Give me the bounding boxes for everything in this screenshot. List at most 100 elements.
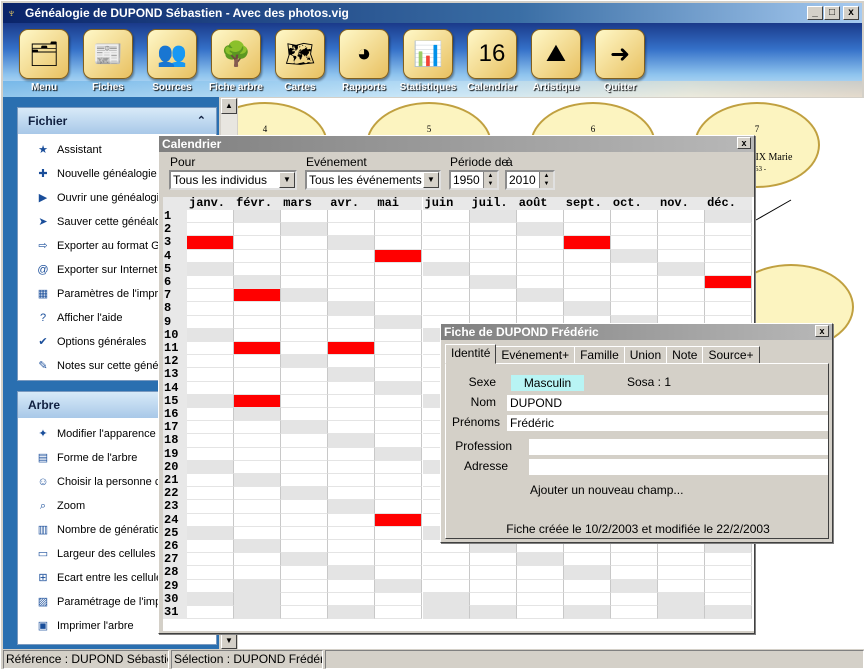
toolbar-button-sources[interactable]: 👥 Sources [143,29,201,93]
nom-field[interactable]: DUPOND [507,395,828,411]
calendar-cell[interactable] [469,592,517,606]
maximize-button[interactable]: □ [824,6,840,20]
to-year-spinner[interactable]: 2010 ▲ ▼ [505,170,555,190]
calendar-cell[interactable] [563,553,611,567]
prenoms-field[interactable]: Frédéric [507,415,828,431]
calendar-cell[interactable] [234,355,282,369]
calendar-cell[interactable] [375,474,423,488]
calendar-cell[interactable] [187,540,235,554]
calendar-cell[interactable] [375,249,423,263]
calendar-cell[interactable] [375,500,423,514]
calendar-cell[interactable] [422,553,470,567]
calendar-cell[interactable] [328,276,376,290]
calendar-cell[interactable] [610,592,658,606]
toolbar-button-calendar[interactable]: 16 Calendrier [463,29,521,93]
calendar-cell[interactable] [516,223,564,237]
calendar-cell[interactable] [516,553,564,567]
calendar-cell[interactable] [610,553,658,567]
calendar-cell[interactable] [328,434,376,448]
calendar-cell[interactable] [281,276,329,290]
fichier-header[interactable]: Fichier ⌃ [18,108,216,134]
toolbar-button-menu[interactable]: 🗂 Menu [15,29,73,93]
calendar-cell[interactable] [563,592,611,606]
tab-4[interactable]: Note [666,346,704,364]
calendar-cell[interactable] [375,236,423,250]
calendar-cell[interactable] [187,262,235,276]
calendar-cell[interactable] [375,553,423,567]
calendar-cell[interactable] [375,210,423,224]
calendar-cell[interactable] [187,487,235,501]
calendar-cell[interactable] [705,606,753,620]
calendar-cell[interactable] [234,421,282,435]
calendar-cell[interactable] [281,553,329,567]
calendar-cell[interactable] [281,513,329,527]
chevron-down-icon[interactable]: ▼ [279,172,295,188]
calendar-cell[interactable] [469,606,517,620]
calendar-cell[interactable] [187,276,235,290]
calendar-cell[interactable] [187,526,235,540]
calendar-cell[interactable] [328,262,376,276]
tab-0[interactable]: Identité [445,344,497,364]
calendar-cell[interactable] [610,289,658,303]
calendar-cell[interactable] [375,328,423,342]
calendar-cell[interactable] [422,262,470,276]
calendar-cell[interactable] [375,579,423,593]
calendar-cell[interactable] [375,342,423,356]
calendar-cell[interactable] [328,606,376,620]
calendar-cell[interactable] [234,460,282,474]
calendar-cell[interactable] [234,513,282,527]
calendar-cell[interactable] [705,302,753,316]
calendar-cell[interactable] [234,302,282,316]
calendar-cell[interactable] [658,236,706,250]
add-field-link[interactable]: Ajouter un nouveau champ... [530,483,683,497]
calendar-cell[interactable] [328,236,376,250]
calendar-cell[interactable] [328,526,376,540]
calendar-cell[interactable] [516,262,564,276]
calendar-cell[interactable] [187,500,235,514]
calendar-cell[interactable] [563,579,611,593]
calendar-cell[interactable] [281,249,329,263]
calendar-cell[interactable] [328,381,376,395]
calendar-cell[interactable] [563,606,611,620]
calendar-cell[interactable] [234,592,282,606]
calendar-cell[interactable] [234,262,282,276]
calendar-cell[interactable] [375,262,423,276]
calendar-cell[interactable] [234,606,282,620]
calendar-cell[interactable] [563,566,611,580]
calendar-cell[interactable] [234,408,282,422]
calendar-cell[interactable] [705,553,753,567]
calendar-cell[interactable] [234,342,282,356]
calendar-cell[interactable] [281,236,329,250]
calendar-cell[interactable] [328,368,376,382]
calendar-cell[interactable] [234,328,282,342]
calendar-cell[interactable] [375,526,423,540]
calendar-cell[interactable] [328,447,376,461]
calendar-cell[interactable] [469,553,517,567]
calendar-cell[interactable] [375,434,423,448]
calendar-cell[interactable] [328,487,376,501]
calendar-cell[interactable] [469,276,517,290]
calendar-cell[interactable] [705,289,753,303]
toolbar-button-reports[interactable]: ◕ Rapports [335,29,393,93]
calendar-cell[interactable] [187,513,235,527]
calendar-cell[interactable] [705,223,753,237]
calendar-cell[interactable] [563,223,611,237]
pour-select[interactable]: Tous les individus ▼ [169,170,297,190]
calendar-cell[interactable] [187,421,235,435]
calendar-cell[interactable] [563,210,611,224]
calendar-cell[interactable] [187,606,235,620]
calendar-cell[interactable] [187,328,235,342]
calendar-cell[interactable] [375,408,423,422]
calendar-cell[interactable] [375,566,423,580]
calendar-cell[interactable] [422,302,470,316]
calendar-cell[interactable] [469,289,517,303]
calendar-cell[interactable] [516,579,564,593]
calendar-cell[interactable] [328,408,376,422]
calendar-cell[interactable] [187,249,235,263]
calendar-cell[interactable] [281,460,329,474]
calendar-cell[interactable] [610,579,658,593]
calendar-cell[interactable] [234,540,282,554]
calendar-cell[interactable] [705,579,753,593]
close-button[interactable]: x [843,6,859,20]
calendar-cell[interactable] [375,381,423,395]
